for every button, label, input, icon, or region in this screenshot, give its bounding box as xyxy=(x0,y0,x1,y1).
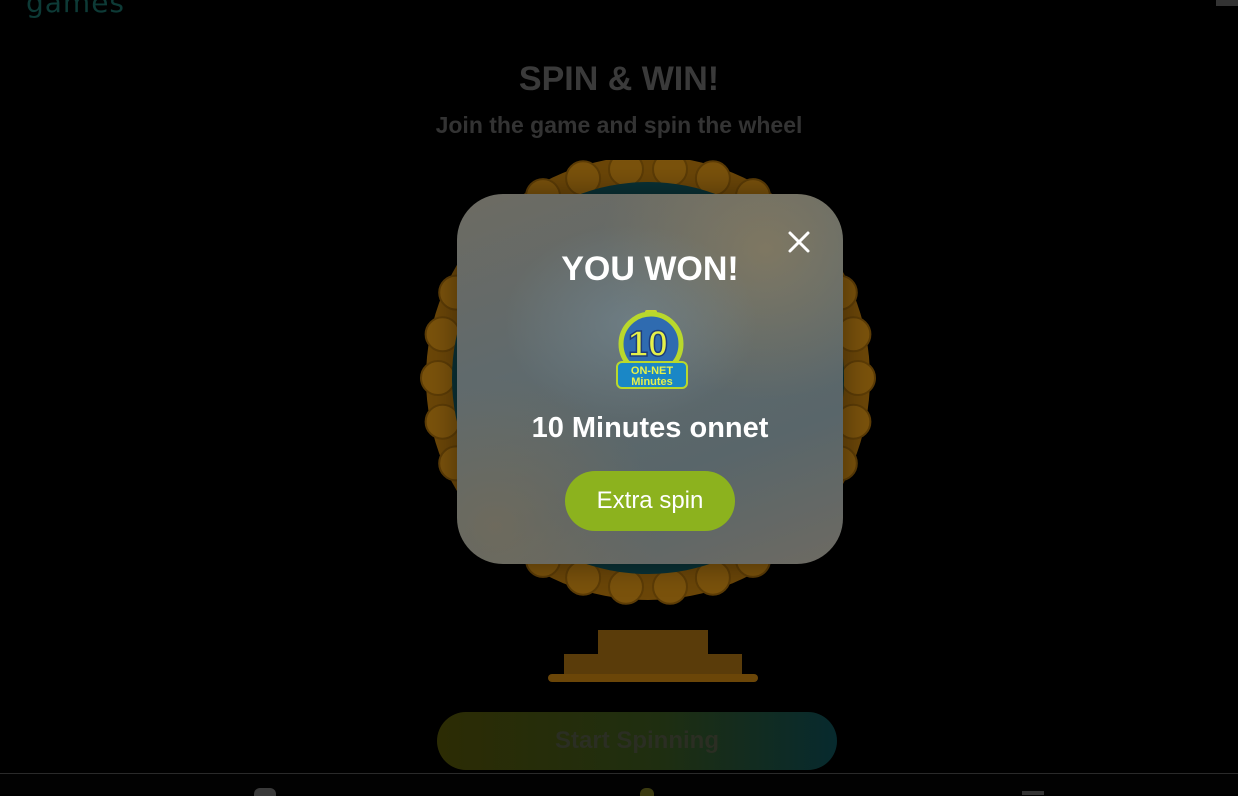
page-title: SPIN & WIN! xyxy=(518,60,720,98)
wheel-bulb xyxy=(424,316,461,353)
bottom-nav xyxy=(0,773,1238,796)
prize-name: 10 Minutes onnet xyxy=(531,412,769,444)
prize-icon-line2: Minutes xyxy=(631,376,673,388)
wheel-bulb xyxy=(608,568,644,605)
wheel-stand-mid xyxy=(564,654,742,674)
start-spinning-button[interactable]: Start Spinning xyxy=(437,712,837,770)
win-title: YOU WON! xyxy=(561,250,739,288)
wheel-bulb xyxy=(652,568,688,605)
nav-profile-icon[interactable] xyxy=(1022,791,1044,795)
nav-home-icon[interactable] xyxy=(254,788,276,796)
games-logo: games xyxy=(26,0,126,19)
menu-icon[interactable] xyxy=(1216,0,1238,6)
wheel-stand-neck xyxy=(598,630,708,656)
wheel-bulb xyxy=(424,403,461,440)
prize-icon-number: 10 xyxy=(628,323,668,364)
win-modal: YOU WON! 10 ON-NET Minutes 10 Minutes on… xyxy=(457,194,843,564)
wheel-bulb xyxy=(420,360,456,396)
extra-spin-button[interactable]: Extra spin xyxy=(565,471,735,531)
page-subtitle: Join the game and spin the wheel xyxy=(435,112,803,138)
nav-games-icon[interactable] xyxy=(640,788,654,796)
wheel-stand-base xyxy=(548,674,758,682)
wheel-bulb xyxy=(840,360,876,396)
on-net-minutes-icon: 10 ON-NET Minutes xyxy=(616,310,688,389)
